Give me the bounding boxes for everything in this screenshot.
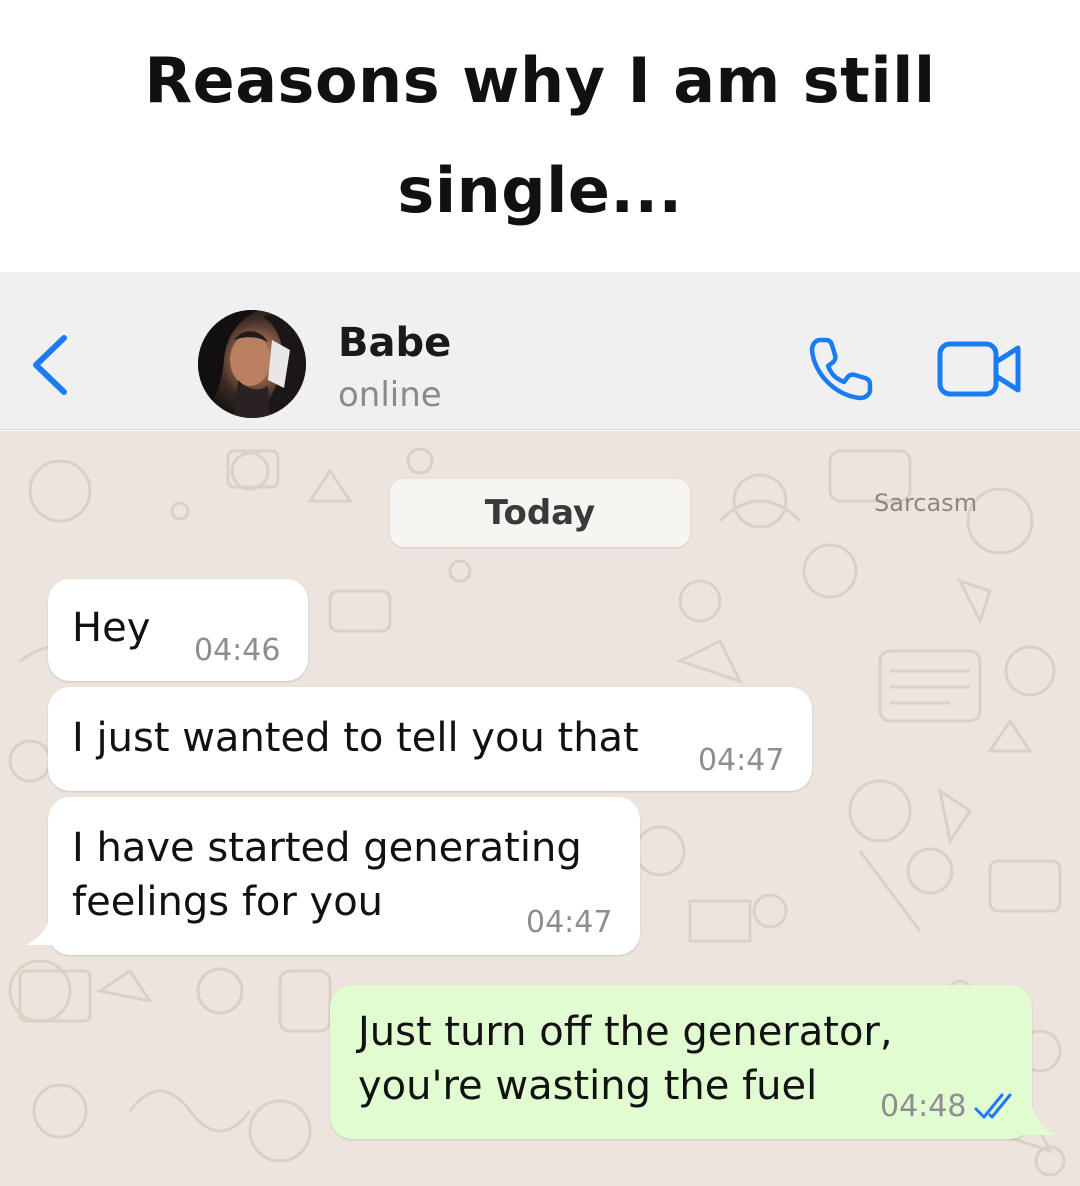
- chat-header: Babe online: [0, 272, 1080, 430]
- date-separator: Today: [390, 479, 690, 547]
- double-check-icon: [974, 1093, 1012, 1119]
- watermark-text: Sarcasm: [874, 489, 978, 517]
- message-time: 04:47: [526, 905, 613, 940]
- phone-icon: [809, 337, 873, 401]
- incoming-message[interactable]: I have started generating feelings for y…: [48, 797, 640, 955]
- avatar-photo: [198, 310, 306, 418]
- back-button[interactable]: [28, 330, 72, 400]
- call-button[interactable]: [806, 334, 876, 404]
- video-camera-icon: [937, 341, 1021, 397]
- chevron-left-icon: [33, 335, 67, 395]
- video-call-button[interactable]: [936, 338, 1024, 400]
- incoming-message[interactable]: Hey 04:46: [48, 579, 308, 681]
- chat-area[interactable]: Today Sarcasm Hey 04:46 I just wanted to…: [0, 431, 1080, 1186]
- message-time: 04:48: [880, 1089, 967, 1124]
- message-time: 04:47: [698, 743, 785, 778]
- incoming-message[interactable]: I just wanted to tell you that 04:47: [48, 687, 812, 791]
- message-text: Just turn off the generator, you're wast…: [358, 1009, 893, 1109]
- message-text: I have started generating feelings for y…: [72, 825, 582, 925]
- contact-name[interactable]: Babe: [338, 320, 451, 366]
- caption-area: Reasons why I am still single...: [0, 0, 1080, 272]
- message-text: Hey: [72, 605, 151, 651]
- bubble-tail: [26, 915, 62, 945]
- contact-status: online: [338, 375, 442, 415]
- outgoing-message[interactable]: Just turn off the generator, you're wast…: [330, 985, 1032, 1139]
- message-time: 04:46: [194, 633, 281, 668]
- avatar[interactable]: [198, 310, 306, 418]
- bubble-tail: [1020, 1105, 1056, 1135]
- message-text: I just wanted to tell you that: [72, 715, 639, 761]
- caption-title: Reasons why I am still single...: [144, 44, 936, 227]
